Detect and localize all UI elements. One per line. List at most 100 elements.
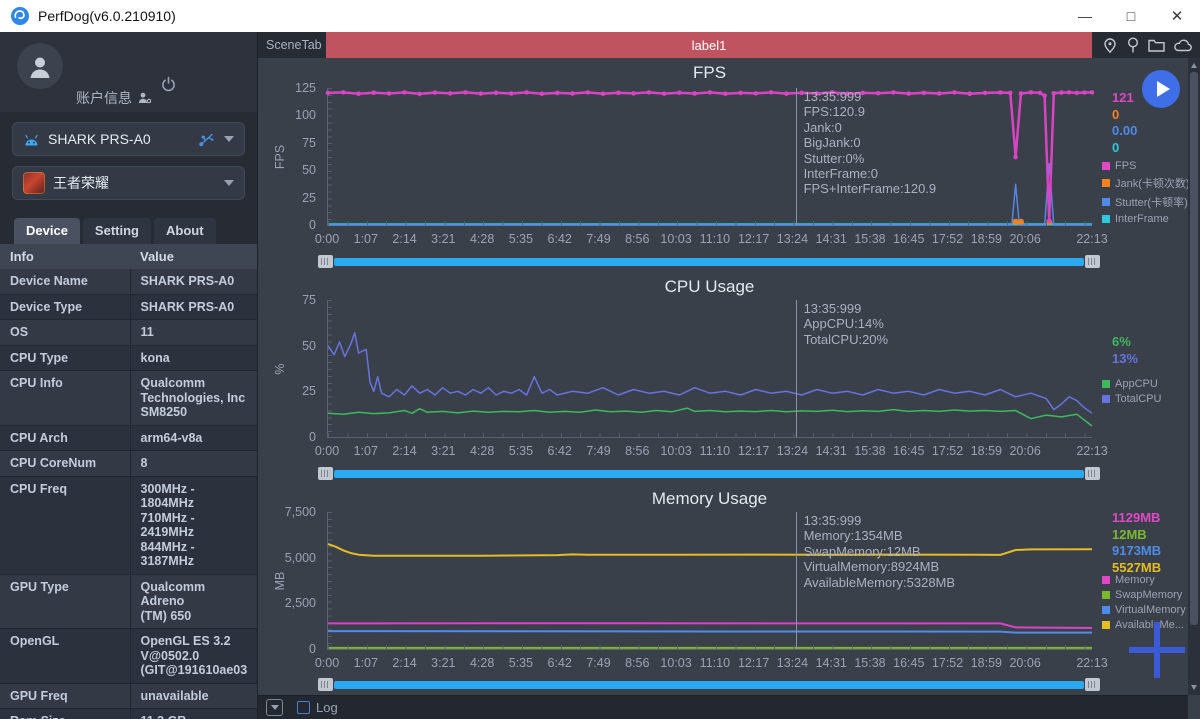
series-marker-FPS [463,90,468,95]
chevron-down-icon [224,180,234,186]
series-marker-FPS [738,91,743,96]
series-marker-FPS [524,90,529,95]
chart-legend: AppCPU TotalCPU [1102,378,1161,408]
scrollbar-track[interactable] [334,470,1084,478]
x-tick-label: 17:52 [932,444,963,458]
cursor-line [796,88,797,225]
legend-item[interactable]: Memory [1102,574,1186,586]
legend-item[interactable]: Stutter(卡顿率) [1102,194,1190,210]
legend-item[interactable]: VirtualMemory [1102,604,1186,616]
info-column-header: Info [0,244,130,269]
legend-label: Stutter(卡顿率) [1115,194,1188,210]
vertical-scrollbar-thumb[interactable] [1190,72,1198,625]
x-tick-label: 13:24 [777,444,808,458]
location-pin-icon[interactable] [1101,36,1119,54]
scrollbar-left-handle[interactable] [318,678,333,691]
tab-setting[interactable]: Setting [83,218,151,244]
chevron-down-icon [271,705,279,710]
plot-area[interactable]: 13:35:999Memory:1354MBSwapMemory:12MBVir… [327,512,1092,650]
vertical-scrollbar[interactable] [1188,58,1200,695]
series-line-FPS [328,92,1092,220]
series-marker-FPS [1067,90,1072,95]
app-select[interactable]: 王者荣耀 [12,166,245,200]
account-section: 账户信息 [0,32,257,112]
crosshair-plus-icon[interactable] [1129,622,1185,678]
log-checkbox[interactable] [297,701,310,714]
x-tick-label: 14:31 [816,232,847,246]
account-info-label[interactable]: 账户信息 [76,88,152,108]
series-marker-FPS [341,90,346,95]
scrollbar-left-handle[interactable] [318,467,333,480]
horizontal-scrollbar[interactable] [318,255,1100,268]
memory-chart: Memory Usage MB 13:35:999Memory:1354MBSw… [258,484,1188,695]
close-button[interactable]: ✕ [1154,0,1200,32]
scrollbar-right-handle[interactable] [1085,255,1100,268]
info-cell: Device Name [0,269,130,294]
x-tick-label: 8:56 [625,444,649,458]
legend-item[interactable]: AppCPU [1102,378,1161,390]
plot-area[interactable]: 13:35:999AppCPU:14%TotalCPU:20% [327,300,1092,438]
scroll-down-arrow-icon[interactable] [1191,685,1197,690]
legend-item[interactable]: Jank(卡顿次数) [1102,175,1190,191]
series-marker-FPS [708,90,713,95]
horizontal-scrollbar[interactable] [318,678,1100,691]
minimize-button[interactable]: — [1062,0,1108,32]
tooltip-line: 13:35:999 [804,513,956,528]
horizontal-scrollbar[interactable] [318,467,1100,480]
pin-icon[interactable] [1126,36,1140,54]
series-marker-FPS [1047,218,1052,223]
y-tick-label: 75 [258,136,316,150]
legend-item[interactable]: SwapMemory [1102,589,1186,601]
y-tick-label: 50 [258,163,316,177]
scrollbar-right-handle[interactable] [1085,467,1100,480]
tooltip-line: FPS+InterFrame:120.9 [804,181,937,196]
x-tick-label: 20:06 [1009,656,1040,670]
power-icon[interactable] [160,76,177,98]
tab-device[interactable]: Device [14,218,80,244]
table-row: OpenGLOpenGL ES 3.2 V@0502.0 (GIT@191610… [0,629,257,684]
avatar[interactable] [17,43,63,89]
scrollbar-track[interactable] [334,681,1084,689]
value-cell: unavailable [130,683,257,709]
sidebar: 账户信息 SHARK PRS-A0 王者荣耀 Device Setting Ab… [0,32,258,719]
x-tick-label: 20:06 [1009,232,1040,246]
device-info-tbody: Device NameSHARK PRS-A0Device TypeSHARK … [0,269,257,719]
series-marker-Jank [1018,219,1024,225]
x-axis-labels: 0:001:072:143:214:285:356:427:498:5610:0… [327,232,1092,248]
scrollbar-track[interactable] [334,258,1084,266]
value-cell: OpenGL ES 3.2 V@0502.0 (GIT@191610ae03 [130,629,257,684]
series-marker-FPS [998,90,1003,95]
x-tick-label: 12:17 [738,444,769,458]
table-row: CPU Archarm64-v8a [0,425,257,451]
series-marker-FPS [326,91,331,96]
device-select[interactable]: SHARK PRS-A0 [12,122,245,156]
legend-item[interactable]: FPS [1102,160,1190,172]
series-marker-FPS [754,91,759,96]
plot-area[interactable]: 13:35:999FPS:120.9Jank:0BigJank:0Stutter… [327,88,1092,226]
y-tick-label: 2,500 [258,596,316,610]
value-cell: SHARK PRS-A0 [130,294,257,320]
scrollbar-left-handle[interactable] [318,255,333,268]
legend-item[interactable]: InterFrame [1102,213,1190,225]
folder-icon[interactable] [1147,36,1166,54]
tooltip-line: SwapMemory:12MB [804,544,956,559]
series-values: 6%13% [1112,334,1138,367]
cloud-icon[interactable] [1173,36,1194,54]
legend-item[interactable]: TotalCPU [1102,393,1161,405]
chart-right-panel: 6%13% AppCPU TotalCPU [1100,272,1188,484]
x-tick-label: 18:59 [971,444,1002,458]
play-button[interactable] [1142,70,1180,108]
x-tick-label: 4:28 [470,656,494,670]
x-tick-label: 11:10 [700,232,730,246]
scroll-up-arrow-icon[interactable] [1191,63,1197,68]
maximize-button[interactable]: □ [1108,0,1154,32]
scene-tab-label1[interactable]: label1 [326,32,1092,58]
series-marker-FPS [1082,90,1087,95]
scrollbar-right-handle[interactable] [1085,678,1100,691]
legend-swatch-icon [1102,395,1110,403]
series-marker-FPS [952,90,957,95]
log-toggle[interactable]: Log [297,700,338,715]
play-icon [1157,81,1170,97]
tab-about[interactable]: About [154,218,216,244]
log-dropdown-button[interactable] [266,699,283,716]
